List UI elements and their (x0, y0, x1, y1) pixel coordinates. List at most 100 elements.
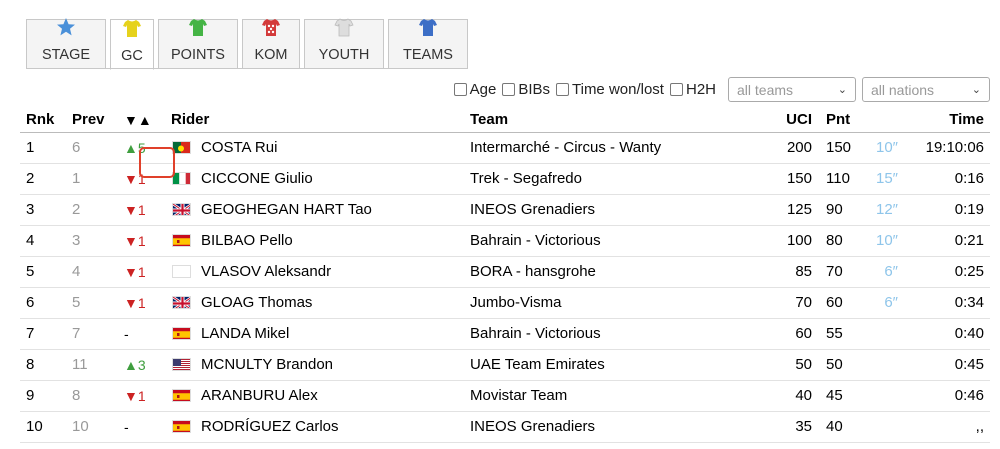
tab-youth[interactable]: YOUTH (304, 17, 384, 69)
uci-points-cell: 60 (795, 325, 812, 342)
rider-name-link[interactable]: COSTA Rui (201, 133, 277, 163)
team-name-link[interactable]: Trek - Segafredo (470, 164, 582, 194)
prev-rank-cell: 5 (72, 294, 81, 311)
points-cell: 80 (826, 232, 843, 249)
rider-name-link[interactable]: MCNULTY Brandon (201, 350, 333, 380)
rank-cell: 7 (26, 325, 35, 342)
prev-rank-cell: 11 (72, 356, 88, 373)
age-checkbox[interactable]: Age (453, 81, 497, 98)
time-cell: 0:21 (954, 232, 984, 249)
header-team[interactable]: Team (470, 108, 508, 132)
time-won-lost-checkbox[interactable]: Time won/lost (556, 81, 664, 98)
tab-label: POINTS (171, 47, 225, 63)
bonus-seconds-cell: 15″ (876, 170, 898, 187)
h2h-checkbox[interactable]: H2H (669, 81, 716, 98)
time-cell: 19:10:06 (925, 139, 984, 156)
header-rnk[interactable]: Rnk (26, 108, 54, 132)
tab-teams[interactable]: TEAMS (388, 19, 468, 69)
rider-name-link[interactable]: BILBAO Pello (201, 226, 293, 256)
rank-cell: 1 (26, 139, 35, 156)
points-cell: 150 (826, 139, 852, 156)
points-cell: 40 (826, 418, 843, 435)
table-row: 6 5 ▼1 GLOAG Thomas Jumbo-Visma 70 60 6″ 0:34 (20, 288, 990, 319)
tabs-divider (26, 68, 436, 69)
rider-name-link[interactable]: ARANBURU Alex (201, 381, 318, 411)
rank-change-cell: - (124, 419, 129, 435)
checkbox-icon[interactable] (453, 83, 467, 96)
tab-label: TEAMS (403, 47, 453, 63)
header-delta[interactable]: ▼▲ (124, 108, 152, 132)
checkbox-icon[interactable] (556, 83, 569, 96)
star-icon (56, 17, 76, 46)
team-name-link[interactable]: Bahrain - Victorious (470, 319, 601, 349)
team-name-link[interactable]: BORA - hansgrohe (470, 257, 596, 287)
header-pnt[interactable]: Pnt (826, 108, 850, 132)
points-cell: 110 (826, 170, 850, 187)
team-name-link[interactable]: INEOS Grenadiers (470, 195, 595, 225)
tab-stage[interactable]: STAGE (26, 17, 106, 69)
rider-name-link[interactable]: LANDA Mikel (201, 319, 289, 349)
uci-points-cell: 100 (786, 232, 812, 249)
nations-select[interactable]: all nations ⌄ (862, 77, 990, 102)
bonus-seconds-cell: 10″ (876, 139, 898, 156)
flag-icon (172, 327, 191, 340)
rank-cell: 10 (26, 418, 43, 435)
bibs-checkbox[interactable]: BIBs (502, 81, 550, 98)
prev-rank-cell: 2 (72, 201, 81, 218)
rank-change-cell: - (124, 326, 129, 342)
bibs-label: BIBs (518, 81, 550, 98)
bonus-seconds-cell: 12″ (876, 201, 898, 218)
team-name-link[interactable]: Movistar Team (470, 381, 567, 411)
header-uci[interactable]: UCI (780, 108, 812, 132)
header-rider[interactable]: Rider (171, 108, 209, 132)
jersey-icon (334, 17, 354, 46)
uci-points-cell: 85 (795, 263, 812, 280)
teams-select[interactable]: all teams ⌄ (728, 77, 856, 102)
uci-points-cell: 70 (795, 294, 812, 311)
jersey-icon (188, 17, 208, 46)
rank-cell: 9 (26, 387, 35, 404)
uci-points-cell: 150 (786, 170, 812, 187)
rank-change-cell: ▼1 (124, 202, 146, 218)
tab-label: GC (121, 48, 143, 64)
points-cell: 60 (826, 294, 843, 311)
tab-label: KOM (254, 47, 288, 63)
points-cell: 50 (826, 356, 843, 373)
h2h-label: H2H (685, 81, 716, 98)
time-cell: 0:46 (954, 387, 984, 404)
checkbox-icon[interactable] (502, 83, 516, 96)
team-name-link[interactable]: UAE Team Emirates (470, 350, 605, 380)
rider-name-link[interactable]: GEOGHEGAN HART Tao (201, 195, 372, 225)
rider-name-link[interactable]: CICCONE Giulio (201, 164, 313, 194)
flag-icon (172, 296, 191, 309)
header-prev[interactable]: Prev (72, 108, 105, 132)
checkbox-icon[interactable] (669, 83, 683, 96)
tab-points[interactable]: POINTS (158, 19, 238, 69)
rider-name-link[interactable]: GLOAG Thomas (201, 288, 312, 318)
flag-icon (172, 358, 191, 371)
team-name-link[interactable]: Jumbo-Visma (470, 288, 561, 318)
jersey-icon (122, 18, 142, 47)
tab-gc[interactable]: GC (110, 19, 154, 70)
age-label: Age (469, 81, 497, 98)
tab-kom[interactable]: KOM (242, 19, 300, 69)
time-won-lost-label: Time won/lost (572, 81, 664, 98)
jersey-icon (261, 17, 281, 46)
rank-change-cell: ▼1 (124, 388, 146, 404)
team-name-link[interactable]: Bahrain - Victorious (470, 226, 601, 256)
jersey-icon (418, 17, 438, 46)
prev-rank-cell: 1 (72, 170, 81, 187)
rider-name-link[interactable]: VLASOV Aleksandr (201, 257, 331, 287)
team-name-link[interactable]: Intermarché - Circus - Wanty (470, 133, 661, 163)
prev-rank-cell: 3 (72, 232, 81, 249)
prev-rank-cell: 6 (72, 139, 81, 156)
rank-cell: 5 (26, 263, 35, 280)
team-name-link[interactable]: INEOS Grenadiers (470, 412, 595, 442)
prev-rank-cell: 4 (72, 263, 81, 280)
header-time[interactable]: Time (949, 108, 984, 132)
rider-name-link[interactable]: RODRÍGUEZ Carlos (201, 412, 339, 442)
table-row: 7 7 - LANDA Mikel Bahrain - Victorious 60 55 0:… (20, 319, 990, 350)
rank-cell: 8 (26, 356, 35, 373)
rank-change-cell: ▼1 (124, 264, 146, 280)
table-row: 5 4 ▼1 VLASOV Aleksandr BORA - hansgrohe 85 70… (20, 257, 990, 288)
